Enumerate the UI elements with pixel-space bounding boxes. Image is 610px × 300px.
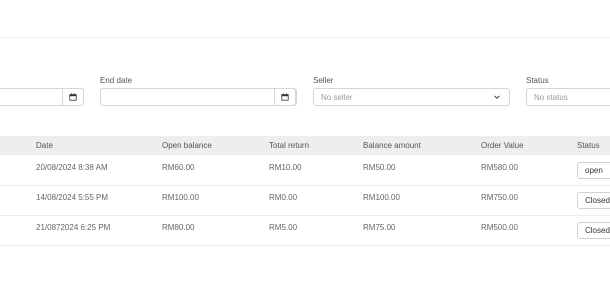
- chevron-down-icon: [494, 95, 500, 99]
- cell-balance-amount: RM75.00: [363, 223, 396, 232]
- end-date-calendar-button[interactable]: [274, 88, 296, 106]
- header-divider: [0, 37, 610, 38]
- cell-order-value: RM750.00: [481, 193, 518, 202]
- table-row[interactable]: 20/08/2024 8:38 AM RM60.00 RM10.00 RM50.…: [0, 156, 610, 186]
- column-header-status: Status: [577, 141, 600, 150]
- start-date-input[interactable]: [0, 88, 84, 106]
- column-header-total-return: Total return: [269, 141, 310, 150]
- cell-total-return: RM5.00: [269, 223, 298, 232]
- cell-order-value: RM500.00: [481, 223, 518, 232]
- cell-order-value: RM580.00: [481, 163, 518, 172]
- start-date-calendar-button[interactable]: [62, 88, 84, 106]
- column-header-balance-amount: Balance amount: [363, 141, 421, 150]
- end-date-input[interactable]: [100, 88, 297, 106]
- status-placeholder: No status: [534, 93, 568, 102]
- column-header-order-value: Order Value: [481, 141, 524, 150]
- cell-balance-amount: RM50.00: [363, 163, 396, 172]
- table-header: Date Open balance Total return Balance a…: [0, 136, 610, 155]
- seller-select[interactable]: No seller: [313, 88, 510, 106]
- column-header-date: Date: [36, 141, 53, 150]
- cell-open-balance: RM100.00: [162, 193, 199, 202]
- cell-date: 14/08/2024 5:55 PM: [36, 193, 109, 202]
- cell-open-balance: RM80.00: [162, 223, 195, 232]
- cell-date: 20/08/2024 8:38 AM: [36, 163, 108, 172]
- column-header-open-balance: Open balance: [162, 141, 212, 150]
- status-button[interactable]: open: [577, 162, 610, 179]
- cell-balance-amount: RM100.00: [363, 193, 400, 202]
- table-row[interactable]: 14/08/2024 5:55 PM RM100.00 RM0.00 RM100…: [0, 186, 610, 216]
- cell-open-balance: RM60.00: [162, 163, 195, 172]
- calendar-icon: [69, 93, 77, 101]
- table-row[interactable]: 21/0872024 6:25 PM RM80.00 RM5.00 RM75.0…: [0, 216, 610, 246]
- cell-total-return: RM10.00: [269, 163, 302, 172]
- calendar-icon: [281, 93, 289, 101]
- cell-date: 21/0872024 6:25 PM: [36, 223, 111, 232]
- seller-placeholder: No seller: [321, 93, 353, 102]
- status-select[interactable]: No status: [526, 88, 610, 106]
- cell-total-return: RM0.00: [269, 193, 298, 202]
- end-date-label: End date: [100, 76, 133, 85]
- status-label: Status: [526, 76, 549, 85]
- status-button[interactable]: Closed: [577, 222, 610, 239]
- status-button[interactable]: Closed: [577, 192, 610, 209]
- seller-label: Seller: [313, 76, 334, 85]
